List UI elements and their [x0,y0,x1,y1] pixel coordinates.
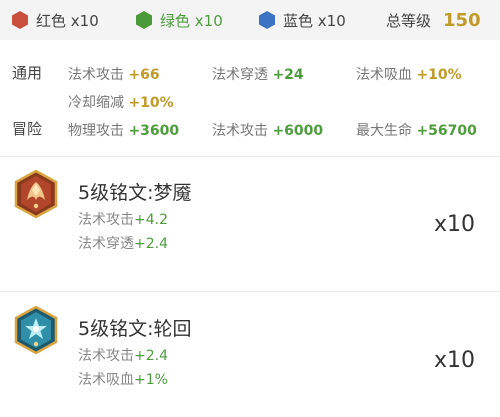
adventure-stat-item: 最大生命 +56700 [356,120,477,140]
blue-hexagon-icon [259,11,275,29]
divider [0,156,500,157]
attr-name: 法术吸血 [78,372,134,388]
green-hexagon-icon [136,11,152,29]
rune-attr: 法术攻击+4.2 [78,209,168,229]
adventure-stats-label: 冒险 [12,120,43,138]
attr-value: +4.2 [134,212,168,228]
total-level-label: 总等级 [386,11,432,30]
attr-name: 法术攻击 [78,348,134,364]
green-gem-label: 绿色 x10 [160,11,223,30]
stats-panel: 通用 法术攻击 +66 法术穿透 +24 法术吸血 +10% 冷却缩减 +10%… [0,52,500,152]
stat-name: 法术穿透 [212,67,268,83]
general-stat-item: 法术攻击 +66 [68,64,160,84]
rune-name: 5级铭文:梦魇 [78,182,192,204]
blue-gem-label: 蓝色 x10 [283,11,346,30]
attr-name: 法术攻击 [78,212,134,228]
rune-card-reincarnation[interactable]: 5级铭文:轮回 法术攻击+2.4 法术吸血+1% x10 [0,296,500,416]
stat-value: +10% [416,67,462,83]
adventure-stat-item: 法术攻击 +6000 [212,120,323,140]
total-level: 总等级 150 [386,0,481,40]
red-rune-icon [14,170,58,218]
attr-value: +2.4 [134,236,168,252]
rune-count: x10 [434,212,476,237]
green-gem-count: 绿色 x10 [134,0,223,40]
stat-name: 最大生命 [356,123,412,139]
rune-attr: 法术吸血+1% [78,369,168,389]
adventure-stat-item: 物理攻击 +3600 [68,120,179,140]
stat-value: +24 [272,67,304,83]
general-stat-item: 冷却缩减 +10% [68,92,174,112]
rune-attr: 法术穿透+2.4 [78,233,168,253]
red-gem-label: 红色 x10 [36,11,99,30]
stat-value: +6000 [272,123,324,139]
gem-summary-bar: 红色 x10 绿色 x10 蓝色 x10 总等级 150 [0,0,500,40]
stat-value: +10% [128,95,174,111]
rune-count: x10 [434,348,476,373]
blue-rune-icon [14,306,58,354]
stat-value: +66 [128,67,160,83]
rune-name: 5级铭文:轮回 [78,318,192,340]
general-stat-item: 法术穿透 +24 [212,64,304,84]
red-gem-count: 红色 x10 [10,0,99,40]
attr-value: +1% [134,372,168,388]
stat-name: 法术吸血 [356,67,412,83]
stat-name: 物理攻击 [68,123,124,139]
attr-name: 法术穿透 [78,236,134,252]
stat-name: 冷却缩减 [68,95,124,111]
blue-gem-count: 蓝色 x10 [257,0,346,40]
rune-card-nightmare[interactable]: 5级铭文:梦魇 法术攻击+4.2 法术穿透+2.4 x10 [0,160,500,280]
general-stats-label: 通用 [12,64,43,82]
total-level-value: 150 [443,9,481,31]
stat-name: 法术攻击 [212,123,268,139]
stat-value: +56700 [416,123,477,139]
red-hexagon-icon [12,11,28,29]
rune-attr: 法术攻击+2.4 [78,345,168,365]
general-stat-item: 法术吸血 +10% [356,64,462,84]
attr-value: +2.4 [134,348,168,364]
divider [0,291,500,292]
stat-name: 法术攻击 [68,67,124,83]
stat-value: +3600 [128,123,180,139]
